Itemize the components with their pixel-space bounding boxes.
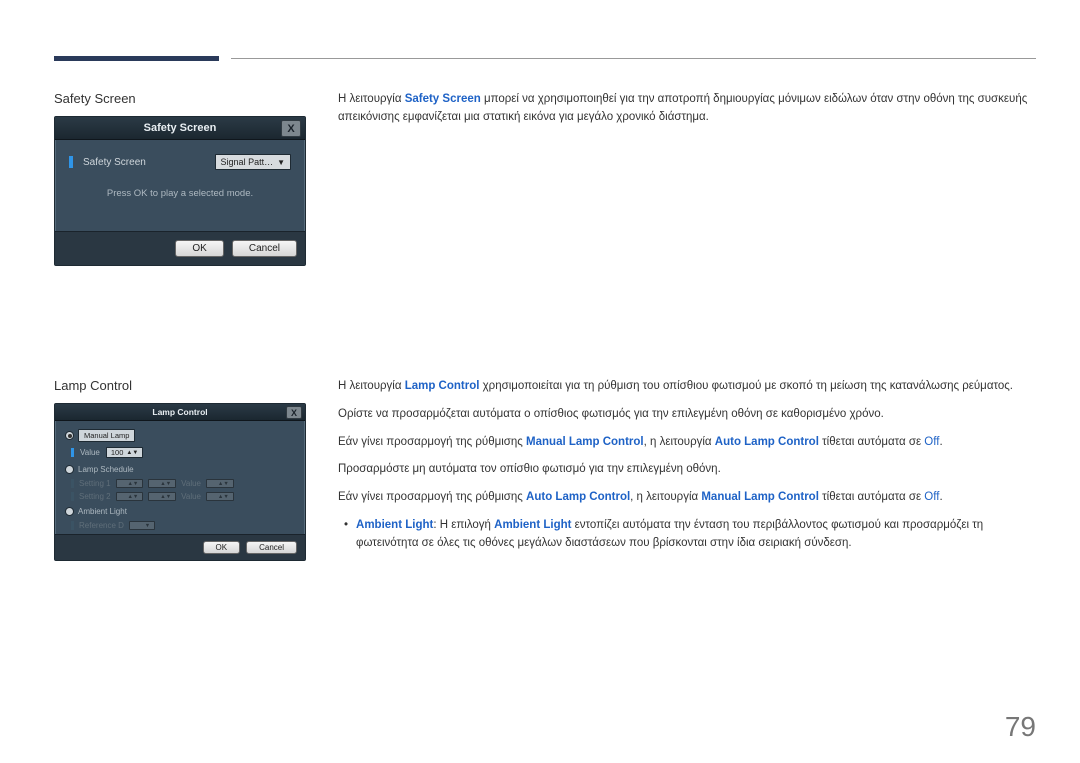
ok-button[interactable]: OK — [203, 541, 241, 554]
radio-icon — [65, 431, 74, 440]
text: χρησιμοποιείται για τη ρύθμιση του οπίσθ… — [479, 380, 1013, 392]
signal-pattern-dropdown[interactable]: Signal Patt… ▼ — [215, 154, 291, 170]
time-spinner[interactable]: ▲▼ — [116, 492, 144, 501]
close-icon[interactable]: X — [281, 120, 301, 137]
lamp-p3: Εάν γίνει προσαρμογή της ρύθμισης Manual… — [338, 434, 1036, 452]
term-ambient-light: Ambient Light — [494, 519, 571, 531]
lamp-dialog-titlebar: Lamp Control X — [55, 404, 305, 421]
safety-title: Safety Screen — [54, 91, 310, 106]
term-safety-screen: Safety Screen — [405, 93, 481, 105]
rule-thin — [231, 58, 1036, 59]
value-label: Value — [181, 479, 201, 488]
ambient-label: Ambient Light — [78, 507, 127, 516]
ambient-bullet: • Ambient Light: Η επιλογή Ambient Light… — [338, 517, 1036, 553]
term-off: Off — [924, 491, 939, 503]
manual-lamp-label: Manual Lamp — [78, 429, 135, 442]
value-label: Value — [181, 492, 201, 501]
term-auto-lamp: Auto Lamp Control — [526, 491, 630, 503]
safety-description: Η λειτουργία Safety Screen μπορεί να χρη… — [338, 91, 1036, 127]
spinner-arrows-icon: ▲▼ — [126, 450, 138, 456]
setting2-label: Setting 2 — [79, 492, 111, 501]
radio-icon — [65, 507, 74, 516]
ok-button[interactable]: OK — [175, 240, 223, 257]
text: . — [939, 491, 942, 503]
text: Εάν γίνει προσαρμογή της ρύθμισης — [338, 491, 526, 503]
text: , η λειτουργία — [644, 436, 715, 448]
value-number: 100 — [111, 448, 124, 457]
value-spinner[interactable]: ▲▼ — [206, 492, 234, 501]
cancel-button[interactable]: Cancel — [232, 240, 297, 257]
value-spinner[interactable]: 100 ▲▼ — [106, 447, 143, 458]
value-label: Value — [80, 448, 100, 457]
reference-row: Reference D ▼ — [71, 521, 295, 530]
header-rule — [54, 56, 1036, 61]
term-lamp-control: Lamp Control — [405, 380, 480, 392]
safety-option-label: Safety Screen — [83, 157, 205, 168]
lamp-title: Lamp Control — [54, 378, 310, 393]
section-lamp: Lamp Control Lamp Control X Manual Lamp … — [54, 378, 1036, 561]
setting2-row: Setting 2 ▲▼ ▲▼ Value ▲▼ — [71, 492, 295, 501]
safety-dialog: Safety Screen X Safety Screen Signal Pat… — [54, 116, 306, 266]
lamp-schedule-radio[interactable]: Lamp Schedule — [65, 465, 295, 474]
indicator-bar — [71, 448, 74, 457]
lamp-p4: Προσαρμόστε μη αυτόματα τον οπίσθιο φωτι… — [338, 461, 1036, 479]
time-spinner[interactable]: ▲▼ — [148, 479, 176, 488]
bullet-icon: • — [344, 517, 348, 553]
schedule-label: Lamp Schedule — [78, 465, 134, 474]
term-auto-lamp: Auto Lamp Control — [715, 436, 819, 448]
safety-dialog-titlebar: Safety Screen X — [55, 117, 305, 140]
text: , η λειτουργία — [630, 491, 701, 503]
text: τίθεται αυτόματα σε — [819, 491, 924, 503]
time-spinner[interactable]: ▲▼ — [116, 479, 144, 488]
setting1-row: Setting 1 ▲▼ ▲▼ Value ▲▼ — [71, 479, 295, 488]
dropdown-value: Signal Patt… — [221, 157, 274, 167]
lamp-p2: Ορίστε να προσαρμόζεται αυτόματα ο οπίσθ… — [338, 406, 1036, 424]
indicator-bar — [71, 479, 74, 488]
section-safety: Safety Screen Safety Screen X Safety Scr… — [54, 91, 1036, 266]
term-off: Off — [924, 436, 939, 448]
text: Η λειτουργία — [338, 380, 405, 392]
page-number: 79 — [1005, 711, 1036, 743]
reference-label: Reference D — [79, 521, 124, 530]
text: . — [939, 436, 942, 448]
close-icon[interactable]: X — [286, 406, 302, 419]
radio-icon — [65, 465, 74, 474]
text: Εάν γίνει προσαρμογή της ρύθμισης — [338, 436, 526, 448]
ambient-light-radio[interactable]: Ambient Light — [65, 507, 295, 516]
indicator-bar — [71, 492, 74, 501]
indicator-bar — [69, 156, 73, 168]
indicator-bar — [71, 521, 74, 530]
chevron-down-icon: ▼ — [277, 158, 285, 167]
lamp-p5: Εάν γίνει προσαρμογή της ρύθμισης Auto L… — [338, 489, 1036, 507]
time-spinner[interactable]: ▲▼ — [148, 492, 176, 501]
text: Η λειτουργία — [338, 93, 405, 105]
term-manual-lamp: Manual Lamp Control — [701, 491, 819, 503]
term-ambient-light: Ambient Light — [356, 519, 433, 531]
safety-dialog-title: Safety Screen — [144, 122, 217, 134]
lamp-dialog-title: Lamp Control — [152, 407, 207, 417]
setting1-label: Setting 1 — [79, 479, 111, 488]
value-spinner[interactable]: ▲▼ — [206, 479, 234, 488]
text: τίθεται αυτόματα σε — [819, 436, 924, 448]
rule-thick — [54, 56, 219, 61]
text: : Η επιλογή — [433, 519, 494, 531]
cancel-button[interactable]: Cancel — [246, 541, 297, 554]
manual-lamp-radio[interactable]: Manual Lamp — [65, 429, 295, 442]
lamp-dialog: Lamp Control X Manual Lamp Value 100 ▲▼ — [54, 403, 306, 561]
reference-dropdown[interactable]: ▼ — [129, 521, 155, 530]
safety-hint-text: Press OK to play a selected mode. — [69, 188, 291, 199]
term-manual-lamp: Manual Lamp Control — [526, 436, 644, 448]
lamp-p1: Η λειτουργία Lamp Control χρησιμοποιείτα… — [338, 378, 1036, 396]
